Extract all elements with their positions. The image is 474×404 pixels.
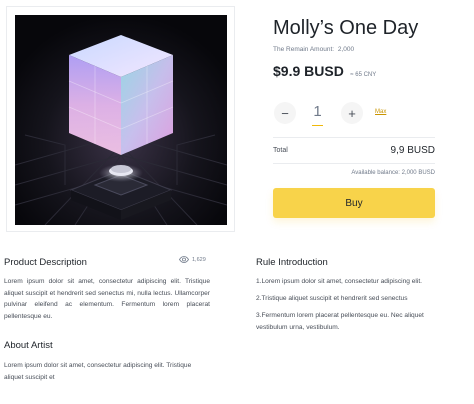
max-link[interactable]: Max <box>375 109 386 115</box>
product-image-card <box>6 6 235 232</box>
eye-icon <box>179 256 189 263</box>
total-label: Total <box>273 147 288 154</box>
price: $9.9 BUSD ≈ 65 CNY <box>273 63 376 81</box>
view-count-value: 1,629 <box>192 256 206 263</box>
product-description-heading: Product Description <box>4 257 87 268</box>
quantity-value[interactable]: 1 <box>305 103 330 120</box>
divider <box>273 137 435 138</box>
remain-value: 2,000 <box>337 46 355 53</box>
quantity-decrease-button[interactable]: − <box>274 102 296 124</box>
available-balance: Available balance: 2,000 BUSD <box>351 170 435 176</box>
remain-amount: The Remain Amount: 2,000 <box>273 46 354 53</box>
product-title: Molly’s One Day <box>273 17 419 39</box>
glowing-cube-artwork <box>15 15 227 225</box>
remain-label: The Remain Amount: <box>273 46 335 53</box>
view-count: 1,629 <box>179 256 206 263</box>
rule-item: 2.Tristique aliquet suscipit et hendreri… <box>256 295 408 302</box>
about-artist-heading: About Artist <box>4 340 53 351</box>
total-value: 9,9 BUSD <box>390 145 435 156</box>
buy-button[interactable]: Buy <box>273 188 435 218</box>
quantity-increase-button[interactable]: + <box>341 102 363 124</box>
rule-item: 3.Fermentum lorem placerat pellentesque … <box>256 312 424 331</box>
rule-item: 1.Lorem ipsum dolor sit amet, consectetu… <box>256 278 423 285</box>
price-value: $9.9 BUSD <box>273 63 344 79</box>
rule-introduction-heading: Rule Introduction <box>256 257 328 268</box>
divider <box>273 163 435 164</box>
about-artist-text: Lorem ipsum dolor sit amet, consectetur … <box>4 362 192 381</box>
product-description-text: Lorem ipsum dolor sit amet, consectetur … <box>4 278 210 320</box>
product-artwork <box>15 15 227 225</box>
quantity-underline <box>312 125 323 126</box>
price-cny: ≈ 65 CNY <box>350 72 377 78</box>
